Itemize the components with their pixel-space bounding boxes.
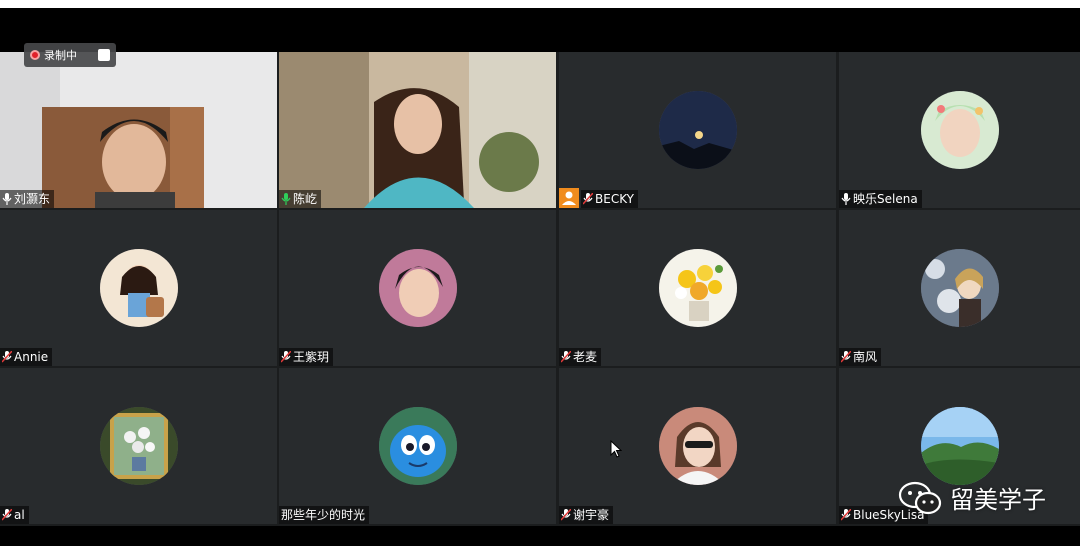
wechat-logo-icon	[898, 481, 942, 515]
watermark: 留美学子	[898, 480, 1046, 515]
host-badge-icon	[559, 188, 579, 208]
participant-tile-1[interactable]: 刘灏东	[0, 52, 277, 208]
microphone-icon	[841, 193, 851, 205]
participant-name-tag: 刘灏东	[0, 190, 55, 208]
video-grid: 刘灏东 陈屹 BECKY 映乐Selena Annie 王紫玥 老麦 南风 al…	[0, 52, 1080, 526]
participant-avatar	[99, 249, 178, 327]
recording-dot-icon	[30, 50, 40, 60]
participant-name: 刘灏东	[14, 192, 51, 206]
microphone-muted-icon	[2, 509, 12, 521]
participant-name: 映乐Selena	[853, 192, 918, 206]
participant-tile-6[interactable]: 王紫玥	[279, 210, 556, 366]
participant-name: al	[14, 508, 25, 522]
watermark-text: 留美学子	[950, 486, 1046, 514]
microphone-muted-icon	[281, 351, 291, 363]
microphone-muted-icon	[2, 351, 12, 363]
participant-name-tag: Annie	[0, 348, 53, 366]
participant-name-tag: 南风	[839, 348, 882, 366]
participant-name: Annie	[14, 350, 49, 364]
participant-tile-5[interactable]: Annie	[0, 210, 277, 366]
participant-name: 那些年少的时光	[281, 508, 366, 522]
participant-name: BECKY	[595, 192, 634, 206]
recording-indicator[interactable]: 录制中	[24, 43, 116, 67]
participant-name-tag: 映乐Selena	[839, 190, 922, 208]
participant-avatar	[920, 407, 999, 485]
participant-avatar	[378, 407, 457, 485]
participant-avatar	[920, 91, 999, 169]
stop-recording-icon[interactable]	[98, 49, 110, 61]
participant-video	[0, 52, 277, 208]
participant-avatar	[99, 407, 178, 485]
participant-tile-8[interactable]: 南风	[839, 210, 1080, 366]
microphone-icon	[2, 193, 12, 205]
participant-avatar	[378, 249, 457, 327]
microphone-muted-icon	[583, 193, 593, 205]
participant-avatar	[658, 249, 737, 327]
participant-avatar	[920, 249, 999, 327]
participant-tile-7[interactable]: 老麦	[559, 210, 836, 366]
microphone-muted-icon	[561, 509, 571, 521]
participant-tile-4[interactable]: 映乐Selena	[839, 52, 1080, 208]
microphone-muted-icon	[841, 509, 851, 521]
participant-avatar	[658, 407, 737, 485]
participant-name-tag: 王紫玥	[279, 348, 334, 366]
mouse-cursor-icon	[610, 440, 622, 458]
participant-name: 南风	[853, 350, 878, 364]
microphone-active-icon	[281, 193, 291, 205]
microphone-muted-icon	[841, 351, 851, 363]
participant-name-tag: 陈屹	[279, 190, 322, 208]
bottom-bar	[0, 526, 1080, 546]
participant-name-tag: 那些年少的时光	[279, 506, 370, 524]
recording-label: 录制中	[44, 49, 77, 62]
top-strip	[0, 0, 1080, 8]
participant-tile-9[interactable]: al	[0, 368, 277, 524]
participant-tile-10[interactable]: 那些年少的时光	[279, 368, 556, 524]
participant-video	[279, 52, 556, 208]
participant-name: 谢宇豪	[573, 508, 610, 522]
participant-name-tag: BECKY	[581, 190, 638, 208]
participant-name: 王紫玥	[293, 350, 330, 364]
participant-name: 陈屹	[293, 192, 318, 206]
participant-tile-11[interactable]: 谢宇豪	[559, 368, 836, 524]
participant-name-tag: 老麦	[559, 348, 602, 366]
participant-name-tag: al	[0, 506, 29, 524]
participant-name-tag: 谢宇豪	[559, 506, 614, 524]
participant-avatar	[658, 91, 737, 169]
microphone-muted-icon	[561, 351, 571, 363]
participant-tile-2[interactable]: 陈屹	[279, 52, 556, 208]
participant-name: 老麦	[573, 350, 598, 364]
participant-tile-3[interactable]: BECKY	[559, 52, 836, 208]
